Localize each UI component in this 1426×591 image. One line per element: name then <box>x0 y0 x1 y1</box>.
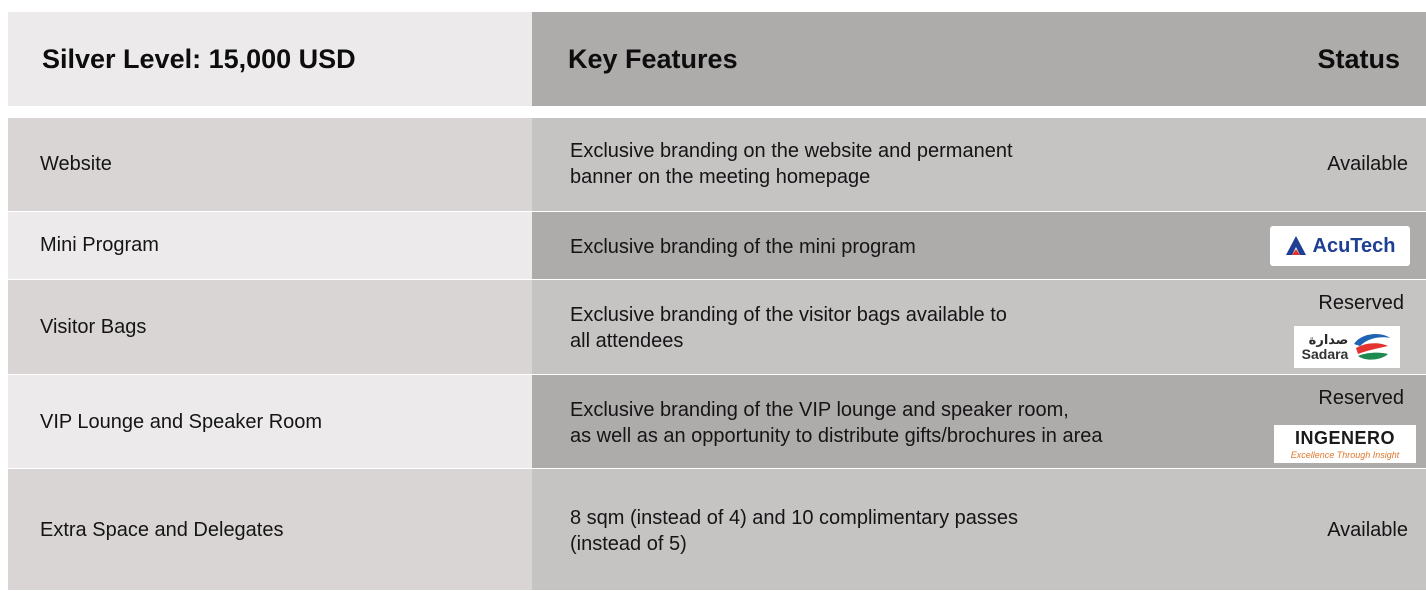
table-row: Extra Space and Delegates 8 sqm (instead… <box>8 469 1426 590</box>
row-feature-text: Exclusive branding of the visitor bags a… <box>570 304 1007 352</box>
row-item-label: VIP Lounge and Speaker Room <box>40 411 323 433</box>
row-item-label: Mini Program <box>40 234 159 256</box>
row-item-label: Visitor Bags <box>40 316 147 338</box>
header-level-title: Silver Level: 15,000 USD <box>42 44 356 74</box>
acutech-logo-icon <box>1285 236 1306 255</box>
row-feature-text: Exclusive branding of the mini program <box>570 236 916 258</box>
sponsorship-table: Silver Level: 15,000 USD Key Features St… <box>8 12 1426 590</box>
ingenero-logo: INGENERO Excellence Through Insight <box>1274 425 1416 463</box>
sadara-logo: صدارة Sadara <box>1294 326 1400 368</box>
row-feature-text: Exclusive branding on the website and pe… <box>570 140 1013 188</box>
row-item-label: Extra Space and Delegates <box>40 519 284 541</box>
acutech-logo-text: AcuTech <box>1312 234 1396 257</box>
header-status-title: Status <box>1317 44 1400 74</box>
acutech-logo: AcuTech <box>1270 226 1410 266</box>
table-row: Visitor Bags Exclusive branding of the v… <box>8 280 1426 374</box>
row-item-label: Website <box>40 153 112 175</box>
table-header: Silver Level: 15,000 USD Key Features St… <box>8 12 1426 106</box>
status-text: Reserved <box>1318 387 1404 409</box>
row-feature-text: 8 sqm (instead of 4) and 10 complimentar… <box>570 507 1018 555</box>
table-row: Website Exclusive branding on the websit… <box>8 118 1426 211</box>
ingenero-logo-icon: INGENERO <box>1294 428 1395 448</box>
table-row: Mini Program Exclusive branding of the m… <box>8 212 1426 279</box>
header-features-title: Key Features <box>568 44 738 74</box>
row-feature-text: Exclusive branding of the VIP lounge and… <box>570 399 1103 447</box>
status-text: Available <box>1327 153 1408 175</box>
status-text: Reserved <box>1318 292 1404 314</box>
ingenero-tagline: Excellence Through Insight <box>1290 450 1400 460</box>
table-row: VIP Lounge and Speaker Room Exclusive br… <box>8 375 1426 468</box>
sadara-logo-icon <box>1354 334 1391 360</box>
status-text: Available <box>1327 519 1408 541</box>
